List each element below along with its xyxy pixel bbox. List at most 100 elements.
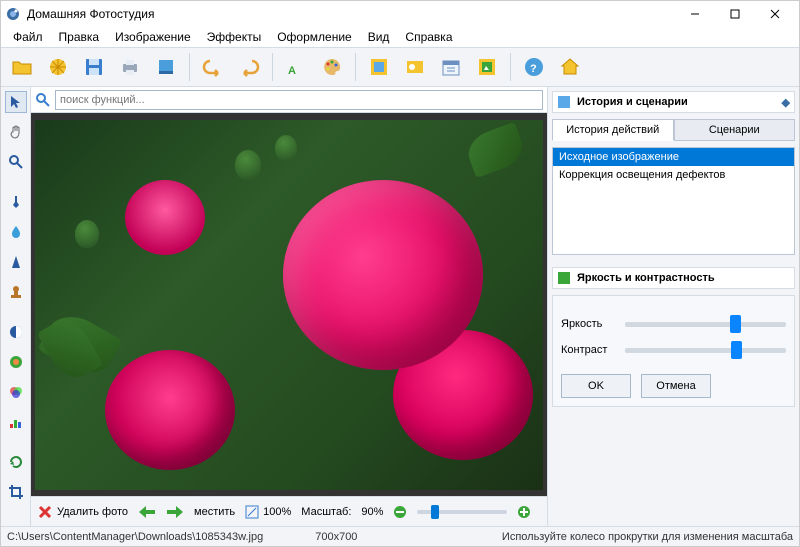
menu-view[interactable]: Вид	[360, 28, 398, 46]
scale-label: Масштаб:	[301, 506, 351, 518]
status-path: C:\Users\ContentManager\Downloads\108534…	[7, 531, 263, 543]
open-button[interactable]	[5, 50, 39, 84]
scale-value: 90%	[361, 506, 383, 518]
contrast-label: Контраст	[561, 344, 617, 356]
cancel-button[interactable]: Отмена	[641, 374, 711, 398]
maximize-button[interactable]	[715, 2, 755, 26]
toolbar-divider	[510, 53, 511, 81]
svg-text:?: ?	[530, 63, 537, 75]
delete-photo-button[interactable]: Удалить фото	[37, 504, 128, 520]
delete-label: Удалить фото	[57, 506, 128, 518]
titlebar: Домашняя Фотостудия	[1, 1, 799, 27]
menu-file[interactable]: Файл	[5, 28, 51, 46]
right-panel: История и сценарии ◆ История действий Сц…	[547, 87, 799, 526]
app-icon	[5, 6, 21, 22]
brightness-row: Яркость	[561, 318, 786, 330]
text-button[interactable]: A	[279, 50, 313, 84]
tab-scenarios[interactable]: Сценарии	[674, 119, 796, 141]
photo-image	[35, 120, 543, 490]
zoom-tool[interactable]	[5, 151, 27, 173]
toolbar-divider	[272, 53, 273, 81]
center-area: Удалить фото местить 100% Масштаб: 90%	[31, 87, 547, 526]
zoom-in-button[interactable]	[517, 505, 531, 519]
frame-button[interactable]	[362, 50, 396, 84]
bc-title: Яркость и контрастность	[577, 272, 715, 284]
toolbar-divider	[189, 53, 190, 81]
drop-tool[interactable]	[5, 221, 27, 243]
redo-button[interactable]	[232, 50, 266, 84]
print-button[interactable]	[113, 50, 147, 84]
brightness-icon	[557, 271, 571, 285]
history-list: Исходное изображение Коррекция освещения…	[552, 147, 795, 255]
contrast-slider[interactable]	[625, 348, 786, 353]
minimize-button[interactable]	[675, 2, 715, 26]
calendar-button[interactable]	[434, 50, 468, 84]
contrast-row: Контраст	[561, 344, 786, 356]
pin-icon[interactable]: ◆	[782, 96, 790, 109]
history-item[interactable]: Исходное изображение	[553, 148, 794, 166]
menubar: Файл Правка Изображение Эффекты Оформлен…	[1, 27, 799, 47]
menu-design[interactable]: Оформление	[269, 28, 359, 46]
zoom-out-button[interactable]	[393, 505, 407, 519]
left-toolbar	[1, 87, 31, 526]
sharpen-tool[interactable]	[5, 251, 27, 273]
fit-icon	[245, 505, 259, 519]
bc-header: Яркость и контрастность	[552, 267, 795, 289]
statusbar: C:\Users\ContentManager\Downloads\108534…	[1, 526, 799, 546]
crop-tool[interactable]	[5, 481, 27, 503]
history-item[interactable]: Коррекция освещения дефектов	[553, 166, 794, 184]
window-title: Домашняя Фотостудия	[27, 7, 675, 21]
brightness-label: Яркость	[561, 318, 617, 330]
contrast-tool[interactable]	[5, 321, 27, 343]
status-hint: Используйте колесо прокрутки для изменен…	[502, 531, 793, 543]
brightness-contrast-panel: Яркость Контраст OK Отмена	[552, 295, 795, 407]
menu-help[interactable]: Справка	[397, 28, 460, 46]
delete-icon	[37, 504, 53, 520]
next-button[interactable]	[166, 505, 184, 519]
search-icon	[35, 92, 51, 108]
rotate-tool[interactable]	[5, 451, 27, 473]
collage-button[interactable]	[470, 50, 504, 84]
menu-image[interactable]: Изображение	[107, 28, 199, 46]
tab-history[interactable]: История действий	[552, 119, 674, 141]
close-button[interactable]	[755, 2, 795, 26]
search-bar	[31, 87, 547, 113]
menu-effects[interactable]: Эффекты	[199, 28, 270, 46]
search-input[interactable]	[55, 90, 543, 110]
hand-tool[interactable]	[5, 121, 27, 143]
effects-button[interactable]	[398, 50, 432, 84]
wizard-button[interactable]	[41, 50, 75, 84]
undo-button[interactable]	[196, 50, 230, 84]
bc-buttons: OK Отмена	[561, 374, 786, 398]
home-button[interactable]	[553, 50, 587, 84]
svg-text:A: A	[288, 65, 296, 77]
history-tabs: История действий Сценарии	[552, 119, 795, 141]
history-header: История и сценарии ◆	[552, 91, 795, 113]
bottom-bar: Удалить фото местить 100% Масштаб: 90%	[31, 496, 547, 526]
brush-tool[interactable]	[5, 191, 27, 213]
move-label: местить	[194, 506, 235, 518]
levels-tool[interactable]	[5, 411, 27, 433]
save-button[interactable]	[77, 50, 111, 84]
history-title: История и сценарии	[577, 96, 688, 108]
canvas[interactable]	[31, 113, 547, 496]
export-button[interactable]	[149, 50, 183, 84]
workarea: Удалить фото местить 100% Масштаб: 90% И…	[1, 87, 799, 526]
stamp-tool[interactable]	[5, 281, 27, 303]
pointer-tool[interactable]	[5, 91, 27, 113]
history-icon	[557, 95, 571, 109]
fit-button[interactable]: 100%	[245, 505, 291, 519]
rgb-tool[interactable]	[5, 381, 27, 403]
zoom-slider[interactable]	[417, 510, 507, 514]
menu-edit[interactable]: Правка	[51, 28, 108, 46]
help-button[interactable]: ?	[517, 50, 551, 84]
main-toolbar: A ?	[1, 47, 799, 87]
color-tool[interactable]	[5, 351, 27, 373]
ok-button[interactable]: OK	[561, 374, 631, 398]
toolbar-divider	[355, 53, 356, 81]
prev-button[interactable]	[138, 505, 156, 519]
fit-label: 100%	[263, 506, 291, 518]
status-dimensions: 700x700	[315, 531, 357, 543]
brightness-slider[interactable]	[625, 322, 786, 327]
palette-button[interactable]	[315, 50, 349, 84]
